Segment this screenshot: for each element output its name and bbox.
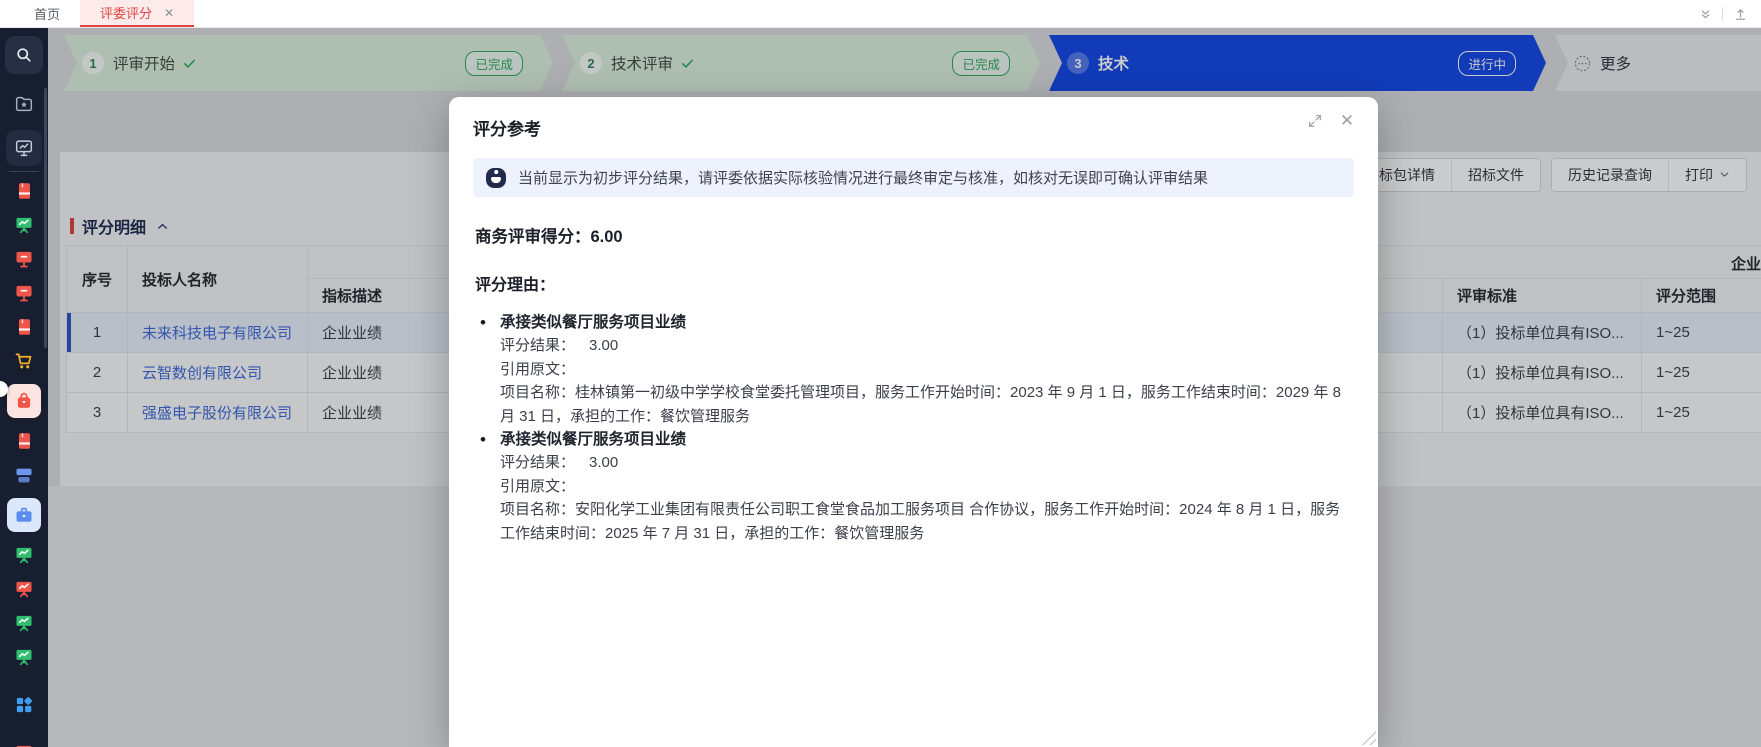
result-label: 评分结果：: [500, 454, 576, 471]
resize-grip[interactable]: [1361, 730, 1376, 745]
red-bag-icon[interactable]: [7, 384, 41, 418]
app-root: 首页 评委评分 ✕ 1 评审开始 已完成 2 技术评审 已完成 3 技术 进行中 更多: [0, 0, 1761, 747]
blue-briefcase-icon[interactable]: [7, 498, 41, 532]
cart-icon[interactable]: [13, 350, 35, 372]
reason-item-title: 承接类似餐厅服务项目业绩: [500, 314, 687, 331]
tab-home-label: 首页: [34, 7, 61, 22]
blue-grid-icon[interactable]: [13, 694, 35, 716]
red-monitor-icon[interactable]: [13, 248, 35, 270]
reason-result-line: 评分结果： 3.00: [500, 451, 1345, 475]
expand-icon[interactable]: [1306, 112, 1324, 130]
tab-close-icon[interactable]: ✕: [164, 7, 174, 19]
notice-text: 当前显示为初步评分结果，请评委依据实际核验情况进行最终审定与核准，如核对无误即可…: [518, 170, 1209, 187]
tab-judge-scoring-label: 评委评分: [100, 6, 153, 21]
tabbar-divider: [1722, 7, 1723, 21]
modal-title: 评分参考: [473, 120, 541, 139]
score-label: 商务评审得分：: [475, 228, 591, 246]
green-board-icon[interactable]: [13, 612, 35, 634]
score-value: 6.00: [590, 228, 623, 246]
close-icon[interactable]: ✕: [1338, 111, 1356, 130]
reason-item-title: 承接类似餐厅服务项目业绩: [500, 431, 687, 448]
red-book-icon[interactable]: [13, 180, 35, 202]
upload-icon[interactable]: [1727, 3, 1753, 25]
search-button[interactable]: [5, 36, 43, 74]
result-value: 3.00: [589, 337, 619, 354]
green-board-icon[interactable]: [13, 214, 35, 236]
result-value: 3.00: [589, 454, 619, 471]
reason-detail: 项目名称：桂林镇第一初级中学学校食堂委托管理项目，服务工作开始时间：2023 年…: [500, 384, 1341, 425]
red-book-icon[interactable]: [13, 430, 35, 452]
red-monitor-icon[interactable]: [13, 742, 35, 747]
tab-home[interactable]: 首页: [14, 0, 80, 27]
ai-robot-icon: [486, 167, 506, 188]
tab-bar: 首页 评委评分 ✕: [0, 0, 1761, 28]
sidebar-divider: [9, 171, 39, 172]
result-label: 评分结果：: [500, 337, 576, 354]
red-board-icon[interactable]: [13, 578, 35, 600]
reason-item: 承接类似餐厅服务项目业绩评分结果： 3.00 引用原文： 项目名称：安阳化学工业集团有…: [475, 428, 1345, 545]
notice-banner: 当前显示为初步评分结果，请评委依据实际核验情况进行最终审定与核准，如核对无误即可…: [473, 158, 1354, 197]
sidebar-scrollbar[interactable]: [44, 88, 47, 348]
monitor-chart-icon[interactable]: [6, 130, 42, 166]
reason-result-line: 评分结果： 3.00: [500, 334, 1345, 358]
search-icon: [17, 48, 31, 62]
favorite-folder-icon[interactable]: [6, 86, 42, 122]
sidebar-apps: [0, 180, 48, 747]
score-reference-modal: 评分参考 ✕ 当前显示为初步评分结果，请评委依据实际核验情况进行最终审定与核准，…: [449, 97, 1378, 747]
quote-label: 引用原文：: [500, 360, 576, 378]
tab-judge-scoring[interactable]: 评委评分 ✕: [80, 0, 195, 27]
reason-detail: 项目名称：安阳化学工业集团有限责任公司职工食堂食品加工服务项目 合作协议，服务工…: [500, 501, 1341, 542]
green-board-icon[interactable]: [13, 646, 35, 668]
red-book-icon[interactable]: [13, 316, 35, 338]
business-score-line: 商务评审得分：6.00: [475, 223, 1352, 247]
tabbar-actions: [1692, 0, 1753, 28]
red-monitor-icon[interactable]: [13, 282, 35, 304]
collapse-tabs-icon[interactable]: [1692, 3, 1718, 25]
green-board-icon[interactable]: [13, 544, 35, 566]
quote-label: 引用原文：: [500, 477, 576, 495]
sidebar-pinned: [0, 86, 48, 166]
reason-item: 承接类似餐厅服务项目业绩评分结果： 3.00 引用原文： 项目名称：桂林镇第一初级中学…: [475, 311, 1345, 428]
blue-layers-icon[interactable]: [13, 464, 35, 486]
modal-header: 评分参考: [449, 97, 1378, 150]
reason-list: 承接类似餐厅服务项目业绩评分结果： 3.00 引用原文： 项目名称：桂林镇第一初级中学…: [475, 311, 1354, 545]
reason-label: 评分理由：: [475, 277, 556, 294]
